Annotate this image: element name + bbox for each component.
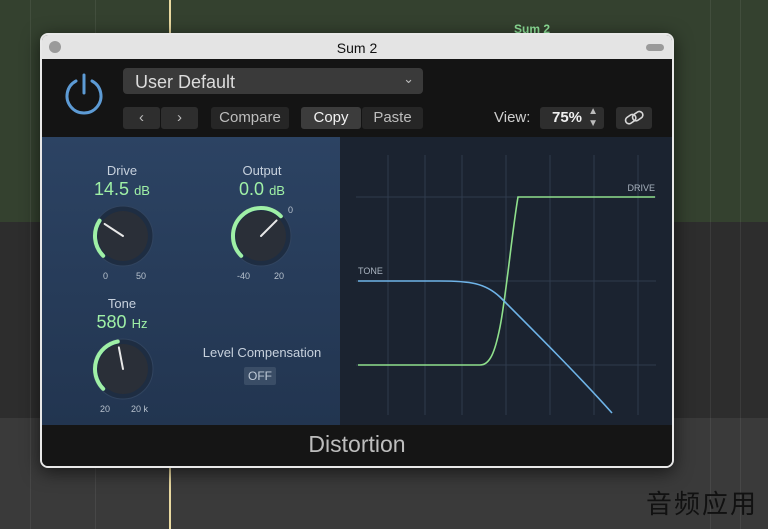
preset-menu[interactable]: User Default ⌄ bbox=[123, 68, 423, 94]
drive-unit: dB bbox=[134, 183, 150, 198]
view-zoom-select[interactable]: 75% ▲ ▼ bbox=[540, 106, 604, 129]
power-icon bbox=[65, 73, 103, 115]
drive-label: Drive bbox=[106, 163, 138, 178]
copy-button[interactable]: Copy bbox=[301, 107, 361, 129]
plugin-window: Sum 2 User Default ⌄ ‹ › Compare Copy Pa… bbox=[40, 33, 674, 468]
output-value[interactable]: 0.0 dB bbox=[222, 179, 302, 200]
link-button[interactable] bbox=[616, 107, 652, 129]
view-zoom-value: 75% bbox=[552, 109, 583, 126]
window-title: Sum 2 bbox=[336, 40, 378, 56]
drive-min-tick: 0 bbox=[103, 271, 109, 281]
tone-value[interactable]: 580 Hz bbox=[82, 312, 162, 333]
output-max-tick: 20 bbox=[274, 271, 285, 281]
graph-svg: DRIVE TONE bbox=[356, 155, 656, 415]
level-compensation-label: Level Compensation bbox=[202, 345, 322, 360]
paste-button[interactable]: Paste bbox=[362, 107, 423, 129]
previous-preset-button[interactable]: ‹ bbox=[123, 107, 160, 129]
chevron-right-icon: › bbox=[177, 109, 182, 126]
drive-curve-label: DRIVE bbox=[627, 183, 655, 193]
compare-button[interactable]: Compare bbox=[211, 107, 289, 129]
tone-knob[interactable] bbox=[90, 336, 156, 402]
output-knob[interactable] bbox=[228, 203, 294, 269]
plugin-name: Distortion bbox=[308, 431, 406, 457]
output-unit: dB bbox=[269, 183, 285, 198]
title-bar[interactable]: Sum 2 bbox=[42, 35, 672, 59]
tone-label: Tone bbox=[107, 296, 137, 311]
preset-name: User Default bbox=[135, 72, 236, 92]
output-number: 0.0 bbox=[239, 179, 265, 199]
next-preset-button[interactable]: › bbox=[161, 107, 198, 129]
grid-line bbox=[710, 0, 711, 529]
drive-max-tick: 50 bbox=[136, 271, 147, 281]
plugin-header: User Default ⌄ ‹ › Compare Copy Paste Vi… bbox=[42, 59, 672, 137]
tone-curve-label: TONE bbox=[358, 266, 383, 276]
controls-panel: Drive 14.5 dB 0 50 Output 0.0 dB 0 -40 2… bbox=[42, 137, 340, 425]
tone-unit: Hz bbox=[131, 316, 148, 331]
drive-knob[interactable] bbox=[90, 203, 156, 269]
view-label: View: bbox=[494, 109, 531, 126]
power-button[interactable] bbox=[62, 71, 106, 115]
output-min-tick: -40 bbox=[237, 271, 251, 281]
plugin-footer: Distortion bbox=[42, 425, 672, 466]
drive-value[interactable]: 14.5 dB bbox=[82, 179, 162, 200]
resize-button[interactable] bbox=[646, 44, 664, 51]
grid-line bbox=[30, 0, 31, 529]
output-label: Output bbox=[242, 163, 282, 178]
tone-min-tick: 20 bbox=[100, 404, 111, 414]
drive-number: 14.5 bbox=[94, 179, 130, 199]
chevron-down-icon: ⌄ bbox=[403, 71, 414, 86]
chevron-left-icon: ‹ bbox=[139, 109, 144, 126]
tone-max-tick: 20 k bbox=[131, 404, 149, 414]
tone-curve bbox=[358, 280, 613, 414]
output-zero-tick: 0 bbox=[288, 205, 294, 215]
level-compensation-toggle[interactable]: OFF bbox=[244, 367, 276, 385]
transfer-curve-graph: DRIVE TONE bbox=[340, 137, 672, 425]
watermark: 音频应用 bbox=[645, 490, 758, 520]
updown-chevron-icon: ▲ ▼ bbox=[588, 106, 598, 129]
grid-line bbox=[740, 0, 741, 529]
tone-number: 580 bbox=[96, 312, 127, 332]
link-icon bbox=[624, 110, 644, 125]
